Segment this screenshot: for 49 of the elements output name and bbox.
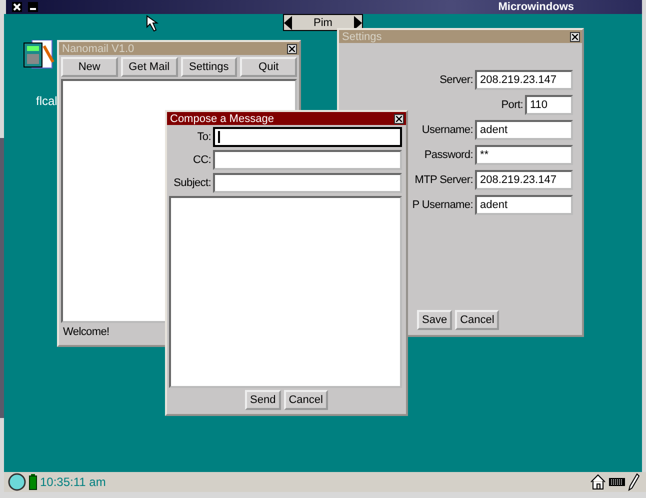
status-text: Welcome!	[62, 325, 110, 340]
input-field[interactable]: adent	[475, 195, 573, 215]
icon-label[interactable]: flcal	[36, 94, 58, 108]
dialog-button[interactable]: Send	[245, 390, 281, 410]
battery-icon	[29, 474, 37, 490]
field-label: P Username:	[412, 199, 473, 211]
close-icon	[13, 3, 21, 11]
input-field[interactable]	[213, 127, 402, 147]
pen-icon[interactable]	[628, 473, 640, 491]
field-label: Subject:	[172, 177, 211, 189]
input-field[interactable]: adent	[475, 120, 573, 140]
field-label: MTP Server:	[414, 174, 473, 186]
tab-label: Pim	[314, 16, 332, 28]
input-field[interactable]: 208.219.23.147	[475, 70, 573, 90]
app-tab[interactable]: Pim	[283, 14, 363, 31]
window-title: Nanomail V1.0	[62, 42, 134, 54]
keyboard-icon[interactable]	[609, 477, 625, 487]
start-button-icon[interactable]	[8, 473, 26, 491]
left-arrow-icon[interactable]	[284, 16, 292, 30]
dialog-button[interactable]: Save	[417, 310, 452, 330]
window-title: Settings	[342, 30, 382, 42]
close-button[interactable]	[287, 44, 297, 54]
toolbar-button[interactable]: Get Mail	[120, 57, 178, 77]
input-field[interactable]: 208.219.23.147	[475, 170, 573, 190]
input-field[interactable]	[213, 173, 402, 193]
field-label: Password:	[424, 149, 473, 161]
field-label: Server:	[440, 74, 473, 86]
window-title: Compose a Message	[170, 112, 274, 124]
minimize-button[interactable]	[28, 2, 38, 12]
toolbar-button[interactable]: Quit	[240, 57, 297, 77]
toolbar-button[interactable]: Settings	[180, 57, 238, 77]
field-label: To:	[196, 131, 211, 143]
message-body-field[interactable]	[169, 196, 402, 388]
home-icon[interactable]	[590, 474, 606, 490]
right-arrow-icon[interactable]	[354, 16, 362, 30]
close-button[interactable]	[570, 32, 580, 42]
dialog-button[interactable]: Cancel	[284, 390, 328, 410]
close-button[interactable]	[394, 114, 404, 124]
input-field[interactable]: **	[475, 145, 573, 165]
dialog-button[interactable]: Cancel	[455, 310, 500, 330]
field-label: CC:	[192, 154, 211, 166]
calculator-icon[interactable]	[22, 40, 56, 70]
clock-text: 10:35:11 am	[40, 475, 106, 489]
field-label: Port:	[501, 99, 523, 111]
window-title: Microwindows	[498, 1, 574, 13]
input-field[interactable]: 110	[525, 95, 573, 115]
input-field[interactable]	[213, 150, 402, 170]
toolbar-button[interactable]: New	[61, 57, 118, 77]
field-label: Username:	[422, 124, 473, 136]
